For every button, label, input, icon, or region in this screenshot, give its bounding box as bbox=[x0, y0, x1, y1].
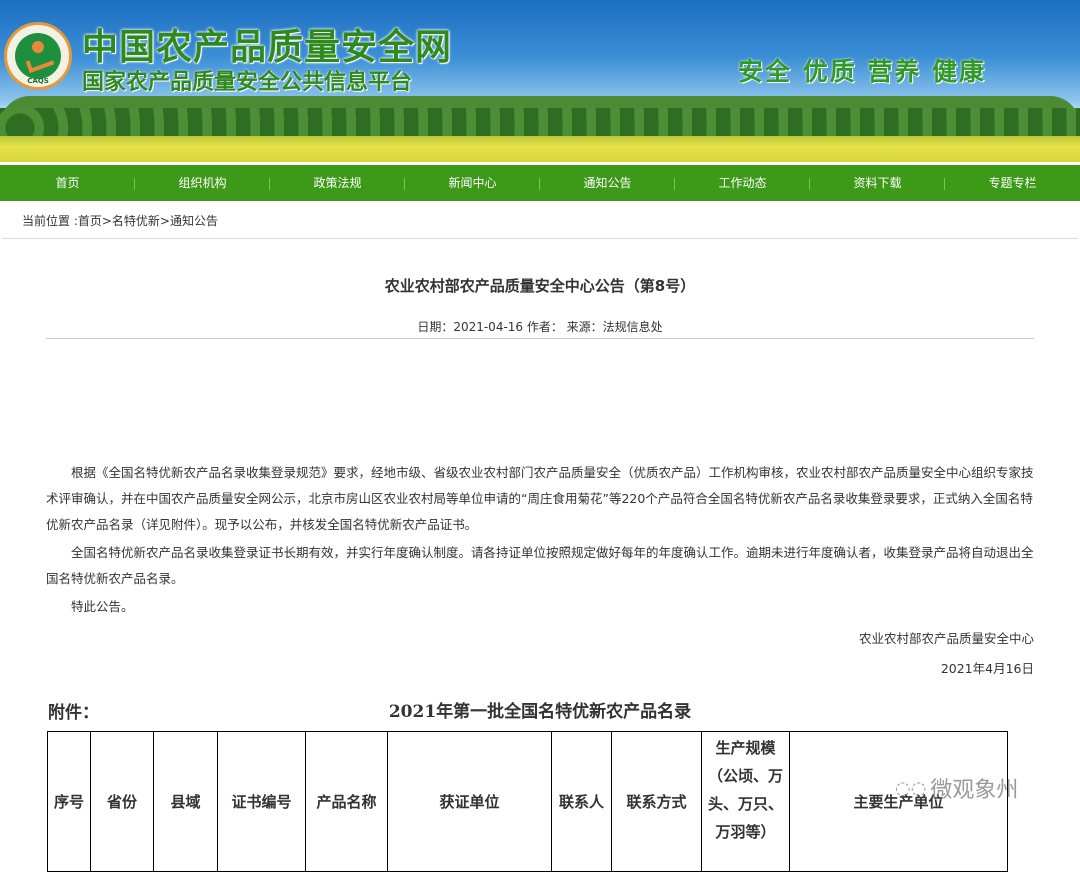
nav-policy[interactable]: 政策法规 bbox=[270, 165, 405, 201]
article-meta: 日期：2021-04-16 作者： 来源：法规信息处 bbox=[417, 320, 663, 334]
col-header: 县域 bbox=[153, 731, 218, 872]
breadcrumb[interactable]: 当前位置 :首页>名特优新>通知公告 bbox=[22, 212, 218, 229]
article-title: 农业农村部农产品质量安全中心公告（第8号） bbox=[384, 277, 696, 295]
divider bbox=[46, 338, 1034, 339]
paragraph: 根据《全国名特优新农产品名录收集登录规范》要求，经地市级、省级农业农村部门农产品… bbox=[46, 465, 1034, 532]
nav-downloads[interactable]: 资料下载 bbox=[810, 165, 945, 201]
watermark-text: 微观象州 bbox=[930, 778, 1019, 803]
product-table: 序号 省份 县域 证书编号 产品名称 获证单位 联系人 联系方式 生产规模（公顷… bbox=[47, 731, 1008, 872]
col-header: 产品名称 bbox=[305, 731, 388, 872]
wechat-icon: ◌◌ bbox=[895, 777, 927, 799]
col-header: 序号 bbox=[47, 731, 91, 872]
slogan: 安全 优质 营养 健康 bbox=[738, 57, 987, 86]
site-subtitle: 国家农产品质量安全公共信息平台 bbox=[82, 70, 413, 95]
watermark: ◌◌ 微观象州 bbox=[895, 772, 1018, 804]
col-header: 省份 bbox=[90, 731, 154, 872]
paragraph: 特此公告。 bbox=[71, 599, 134, 614]
nav-news[interactable]: 新闻中心 bbox=[405, 165, 540, 201]
banner-field bbox=[0, 136, 1080, 162]
site-logo[interactable]: CAQS bbox=[4, 22, 72, 90]
col-header: 联系人 bbox=[551, 731, 612, 872]
col-header: 生产规模（公顷、万头、万只、万羽等） bbox=[701, 731, 790, 872]
nav-home[interactable]: 首页 bbox=[0, 165, 135, 201]
nav-topics[interactable]: 专题专栏 bbox=[945, 165, 1080, 201]
sign-date: 2021年4月16日 bbox=[940, 661, 1034, 676]
col-header: 证书编号 bbox=[217, 731, 306, 872]
logo-text: CAQS bbox=[27, 77, 49, 85]
main-nav: 首页 组织机构 政策法规 新闻中心 通知公告 工作动态 资料下载 专题专栏 bbox=[0, 165, 1080, 201]
nav-organization[interactable]: 组织机构 bbox=[135, 165, 270, 201]
article-body: 根据《全国名特优新农产品名录收集登录规范》要求，经地市级、省级农业农村部门农产品… bbox=[46, 460, 1034, 620]
col-header: 获证单位 bbox=[387, 731, 552, 872]
nav-notices[interactable]: 通知公告 bbox=[540, 165, 675, 201]
banner-trees bbox=[0, 108, 1080, 138]
col-header: 联系方式 bbox=[611, 731, 702, 872]
header-banner: CAQS 中国农产品质量安全网 国家农产品质量安全公共信息平台 安全 优质 营养… bbox=[0, 0, 1080, 162]
nav-work[interactable]: 工作动态 bbox=[675, 165, 810, 201]
attachment-title: 2021年第一批全国名特优新农产品名录 bbox=[388, 702, 692, 722]
signature: 农业农村部农产品质量安全中心 bbox=[858, 631, 1034, 646]
site-title: 中国农产品质量安全网 bbox=[82, 27, 453, 68]
paragraph: 全国名特优新农产品名录收集登录证书长期有效，并实行年度确认制度。请各持证单位按照… bbox=[46, 545, 1034, 586]
table-header-row: 序号 省份 县域 证书编号 产品名称 获证单位 联系人 联系方式 生产规模（公顷… bbox=[47, 731, 1008, 872]
